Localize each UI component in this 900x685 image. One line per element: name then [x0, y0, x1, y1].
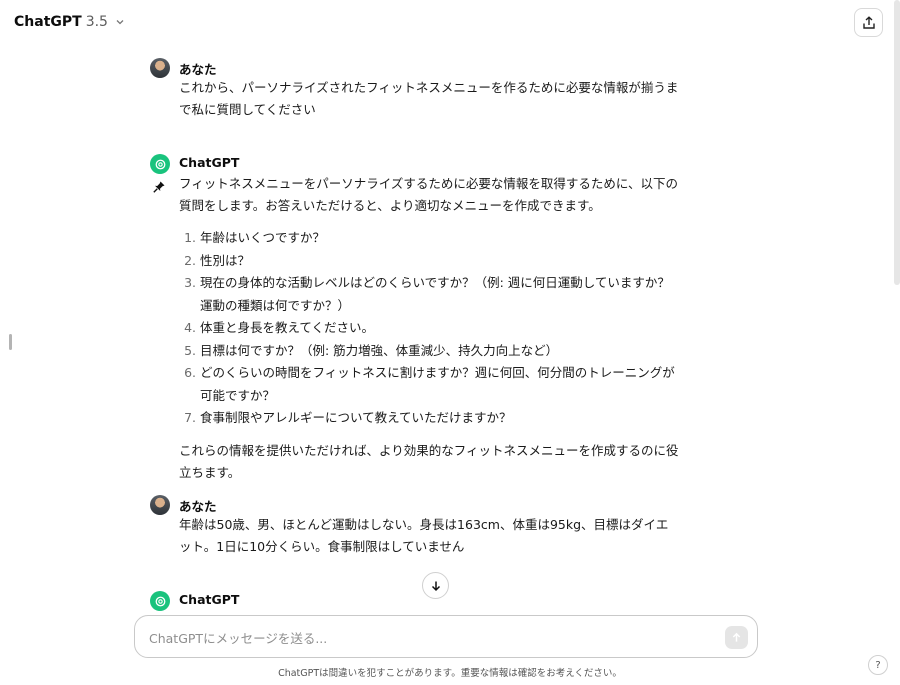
message-user: あなた これから、パーソナライズされたフィットネスメニューを作るために必要な情報…: [150, 58, 690, 118]
disclaimer-text: ChatGPTは間違いを犯すことがあります。重要な情報は確認をお考えください。: [278, 668, 622, 679]
message-author: ChatGPT: [179, 155, 240, 170]
message-user: あなた 年齢は50歳、男、ほとんど運動はしない。身長は163cm、体重は95kg…: [150, 495, 690, 555]
top-bar: ChatGPT 3.5: [0, 0, 900, 46]
scroll-to-bottom-button[interactable]: [422, 572, 449, 599]
list-item: 食事制限やアレルギーについて教えていただけますか？: [200, 407, 679, 430]
list-item: 性別は？: [200, 250, 679, 273]
avatar: [150, 495, 170, 515]
model-selector[interactable]: ChatGPT 3.5: [14, 14, 125, 30]
list-item: 現在の身体的な活動レベルはどのくらいですか？（例: 週に何日運動していますか？運…: [200, 272, 679, 317]
message-author: あなた: [179, 499, 217, 514]
list-item: 体重と身長を教えてください。: [200, 317, 679, 340]
help-button[interactable]: ?: [868, 655, 888, 675]
sidebar-toggle-handle[interactable]: [9, 334, 12, 350]
model-version: 3.5: [85, 14, 108, 30]
scrollbar[interactable]: [894, 0, 900, 285]
model-name: ChatGPT: [14, 14, 82, 30]
chevron-down-icon: [116, 20, 124, 25]
message-paragraph: 年齢は50歳、男、ほとんど運動はしない。身長は163cm、体重は95kg、目標は…: [179, 517, 669, 554]
arrow-down-icon: [431, 581, 440, 591]
arrow-up-icon: [732, 632, 741, 642]
message-assistant: ChatGPT フィットネスメニューをパーソナライズするために必要な情報を取得す…: [150, 154, 690, 480]
chatgpt-logo-icon: [150, 154, 170, 174]
message-author: あなた: [179, 62, 217, 77]
message-input[interactable]: [147, 627, 711, 649]
share-upload-icon: [862, 15, 875, 29]
chatgpt-logo-icon: [150, 591, 170, 611]
message-text: フィットネスメニューをパーソナライズするために必要な情報を取得するために、以下の…: [179, 173, 679, 484]
list-item: 目標は何ですか？（例: 筋力増強、体重減少、持久力向上など）: [200, 340, 679, 363]
avatar: [150, 58, 170, 78]
message-text: 年齢は50歳、男、ほとんど運動はしない。身長は163cm、体重は95kg、目標は…: [179, 514, 679, 558]
message-paragraph: これらの情報を提供いただければ、より効果的なフィットネスメニューを作成するのに役…: [179, 442, 679, 480]
question-list: 年齢はいくつですか？ 性別は？ 現在の身体的な活動レベルはどのくらいですか？（例…: [179, 227, 679, 430]
list-item: どのくらいの時間をフィットネスに割けますか？週に何回、何分間のトレーニングが可能…: [200, 362, 679, 407]
pin-icon[interactable]: [152, 180, 166, 194]
share-button[interactable]: [854, 8, 883, 37]
message-author: ChatGPT: [179, 592, 240, 607]
message-text: これから、パーソナライズされたフィットネスメニューを作るために必要な情報が揃うま…: [179, 77, 679, 121]
message-paragraph: フィットネスメニューをパーソナライズするために必要な情報を取得するために、以下の…: [179, 176, 679, 213]
send-button[interactable]: [725, 626, 748, 649]
list-item: 年齢はいくつですか？: [200, 227, 679, 250]
message-composer: [134, 615, 758, 658]
message-paragraph: これから、パーソナライズされたフィットネスメニューを作るために必要な情報が揃うま…: [179, 80, 679, 117]
